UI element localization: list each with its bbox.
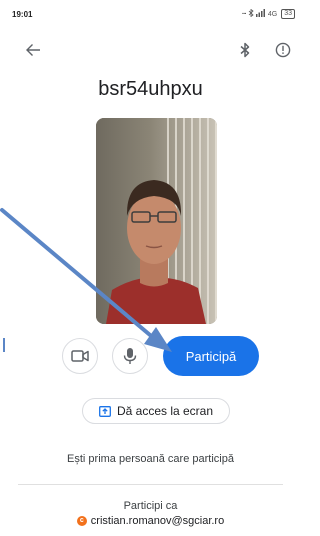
avatar: c <box>76 516 87 526</box>
present-screen-label: Dă acces la ecran <box>116 404 214 418</box>
bluetooth-status-icon <box>248 8 254 19</box>
back-button[interactable] <box>22 39 44 61</box>
microphone-toggle-button[interactable] <box>112 338 148 374</box>
status-bar: 19:01 ··· 4G 33 <box>0 0 301 24</box>
status-time: 19:01 <box>12 10 33 19</box>
info-button[interactable] <box>272 39 294 61</box>
meeting-code-title: bsr54uhpxu <box>98 78 203 100</box>
network-type: 4G <box>267 10 278 18</box>
present-screen-icon <box>99 405 111 417</box>
bluetooth-icon <box>240 42 250 58</box>
status-icons: ··· 4G 33 <box>241 8 295 19</box>
bluetooth-button[interactable] <box>234 39 256 61</box>
videocam-icon <box>71 350 89 362</box>
battery-icon: 33 <box>281 9 295 19</box>
divider <box>18 484 283 485</box>
camera-toggle-button[interactable] <box>62 338 98 374</box>
arrow-back-icon <box>26 44 40 56</box>
account-email: cristian.romanov@sgciar.ro <box>90 515 225 527</box>
info-icon <box>275 42 291 58</box>
joining-as-label: Participi ca <box>123 500 178 512</box>
camera-preview <box>96 118 217 324</box>
account-row[interactable]: c cristian.romanov@sgciar.ro <box>0 515 301 527</box>
join-button[interactable]: Participă <box>163 336 259 376</box>
signal-icon <box>255 9 266 19</box>
self-video-image <box>96 118 217 324</box>
microphone-icon <box>123 348 137 364</box>
notification-dots-icon: ··· <box>241 10 247 18</box>
first-participant-message: Ești prima persoană care participă <box>67 453 234 465</box>
present-screen-button[interactable]: Dă acces la ecran <box>82 398 230 424</box>
